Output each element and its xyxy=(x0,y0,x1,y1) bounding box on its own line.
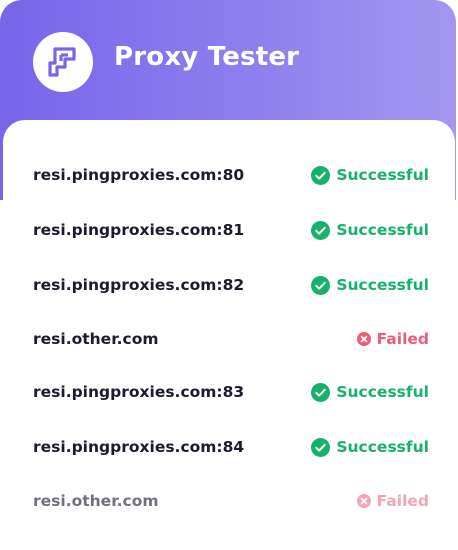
proxy-host: resi.pingproxies.com:80 xyxy=(33,166,245,184)
x-circle-icon xyxy=(356,494,371,508)
check-circle-icon xyxy=(311,437,331,457)
status-label: Successful xyxy=(336,166,429,184)
status-badge: Successful xyxy=(311,219,429,241)
proxy-host: resi.other.com xyxy=(33,330,159,348)
status-label: Successful xyxy=(336,276,429,294)
result-row: resi.other.com Failed xyxy=(33,327,429,351)
result-row: resi.other.com Failed xyxy=(33,489,429,513)
status-badge: Failed xyxy=(356,490,429,512)
status-label: Successful xyxy=(336,383,429,401)
result-row: resi.pingproxies.com:81 Successful xyxy=(33,218,429,242)
status-label: Successful xyxy=(336,438,429,456)
result-row: resi.pingproxies.com:82 Successful xyxy=(33,273,429,297)
proxy-host: resi.pingproxies.com:84 xyxy=(33,438,245,456)
status-badge: Successful xyxy=(311,274,429,296)
check-circle-icon xyxy=(311,382,331,402)
proxy-host: resi.pingproxies.com:81 xyxy=(33,221,245,239)
status-badge: Successful xyxy=(311,164,429,186)
check-circle-icon xyxy=(311,165,331,185)
status-label: Successful xyxy=(336,221,429,239)
status-badge: Failed xyxy=(356,328,429,350)
check-circle-icon xyxy=(311,220,331,240)
proxy-tester-app: Proxy Tester resi.pingproxies.com:80 Suc… xyxy=(0,0,458,550)
status-badge: Successful xyxy=(311,381,429,403)
status-badge: Successful xyxy=(311,436,429,458)
results-card: resi.pingproxies.com:80 Successful resi.… xyxy=(3,120,455,550)
x-circle-icon xyxy=(356,332,371,346)
result-row: resi.pingproxies.com:84 Successful xyxy=(33,435,429,459)
proxy-host: resi.other.com xyxy=(33,492,159,510)
status-label: Failed xyxy=(376,492,429,510)
status-label: Failed xyxy=(376,330,429,348)
proxy-host: resi.pingproxies.com:82 xyxy=(33,276,245,294)
result-row: resi.pingproxies.com:83 Successful xyxy=(33,380,429,404)
proxy-host: resi.pingproxies.com:83 xyxy=(33,383,245,401)
result-row: resi.pingproxies.com:80 Successful xyxy=(33,163,429,187)
app-title: Proxy Tester xyxy=(114,42,300,72)
proxy-logo-icon xyxy=(33,32,93,92)
check-circle-icon xyxy=(311,275,331,295)
